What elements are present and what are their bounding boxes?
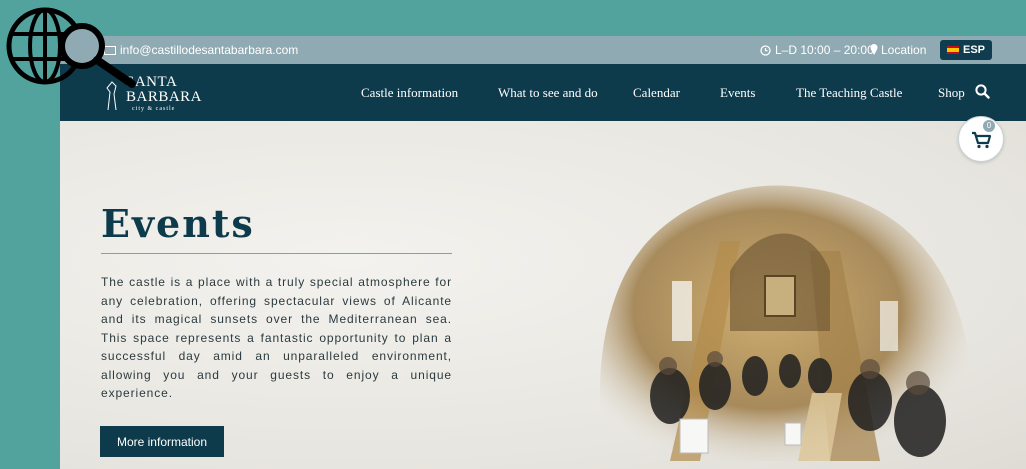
nav-what-to-see-and-do[interactable]: What to see and do xyxy=(498,85,598,101)
search-icon[interactable] xyxy=(975,84,990,99)
title-divider xyxy=(101,253,452,254)
shopping-cart-icon xyxy=(972,131,992,149)
nav-teaching-castle[interactable]: The Teaching Castle xyxy=(796,85,902,101)
language-selector[interactable]: ESP xyxy=(940,40,992,60)
location-label[interactable]: Location xyxy=(881,43,926,57)
hours-text: L–D 10:00 – 20:00 xyxy=(775,43,874,57)
events-description: The castle is a place with a truly speci… xyxy=(101,275,452,400)
page-title: Events xyxy=(101,201,255,246)
hero-section: Events The castle is a place with a trul… xyxy=(60,121,1026,469)
nav-castle-information[interactable]: Castle information xyxy=(361,85,458,101)
globe-search-icon xyxy=(4,4,138,94)
location-link[interactable]: Location xyxy=(870,43,926,57)
nav-calendar[interactable]: Calendar xyxy=(633,85,680,101)
cart-count-badge: 0 xyxy=(983,120,995,132)
map-pin-icon xyxy=(870,44,878,55)
cart-button[interactable]: 0 xyxy=(958,116,1004,162)
spain-flag-icon xyxy=(946,46,959,54)
more-information-button[interactable]: More information xyxy=(100,426,224,457)
logo-tagline: city & castle xyxy=(132,106,176,112)
nav-shop[interactable]: Shop xyxy=(938,85,965,101)
main-nav-bar: SANTA BARBARA city & castle Castle infor… xyxy=(60,64,1026,121)
opening-hours: L–D 10:00 – 20:00 xyxy=(760,43,874,57)
top-info-bar: info@castillodesantabarbara.com L–D 10:0… xyxy=(60,36,1026,64)
clock-icon xyxy=(760,44,771,56)
email-text[interactable]: info@castillodesantabarbara.com xyxy=(120,43,298,57)
website-frame: info@castillodesantabarbara.com L–D 10:0… xyxy=(60,36,1026,469)
castle-event-hall-image xyxy=(600,185,972,461)
language-label[interactable]: ESP xyxy=(963,44,985,56)
nav-events[interactable]: Events xyxy=(720,85,755,101)
